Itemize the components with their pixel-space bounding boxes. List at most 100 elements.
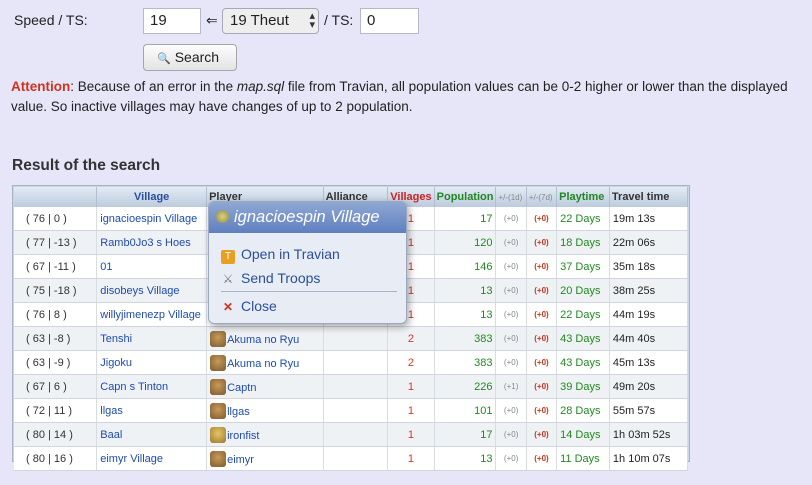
player-name[interactable]: Akuma no Ryu (227, 334, 299, 346)
delta-7d-value: (+0) (526, 230, 558, 255)
village-name-link[interactable]: llgas (96, 398, 208, 423)
header-playtime[interactable]: Playtime (556, 187, 610, 207)
header-delta-1d[interactable]: +/-(1d) (495, 187, 527, 207)
village-name-link[interactable]: eimyr Village (96, 446, 208, 471)
travel-time-value: 19m 13s (609, 207, 689, 231)
search-icon: 🔍 (157, 53, 171, 65)
playtime-value: 43 Days (556, 350, 610, 375)
open-in-travian-item[interactable]: T Open in Travian (221, 246, 340, 264)
travel-time-value: 49m 20s (609, 374, 689, 399)
travel-time-value: 38m 25s (609, 278, 689, 303)
village-name-link[interactable]: Ramb0Jo3 s Hoes (96, 230, 208, 255)
header-village[interactable]: Village (96, 187, 208, 207)
delta-7d-value: (+0) (526, 302, 558, 327)
village-name-link[interactable]: Jigoku (96, 350, 208, 375)
ts-input[interactable]: 0 (360, 8, 419, 34)
delta-1d-value: (+0) (495, 446, 527, 471)
player-name[interactable]: ironfist (227, 430, 259, 442)
player-name-link[interactable]: ironfist (206, 422, 324, 447)
population-value: 383 (434, 350, 497, 375)
delta-7d-value: (+0) (526, 350, 558, 375)
result-title: Result of the search (12, 157, 161, 174)
delta-1d-value: (+0) (495, 302, 527, 327)
tribe-icon (210, 426, 227, 443)
updown-chevron-icon: ▴ ▾ (309, 10, 315, 31)
village-name-link[interactable]: willyjimenezp Village (96, 302, 208, 327)
ts-label: / TS: (324, 12, 354, 28)
player-name-link[interactable]: eimyr (206, 446, 324, 471)
send-troops-item[interactable]: ⚔ Send Troops (221, 270, 321, 286)
speed-input[interactable]: 19 (143, 8, 201, 34)
travel-time-value: 1h 10m 07s (609, 446, 689, 471)
coord-cell: ( 80 | 16 ) (14, 446, 98, 471)
village-name-link[interactable]: Capn s Tinton (96, 374, 208, 399)
village-name-link[interactable]: ignacioespin Village (96, 207, 208, 231)
table-row[interactable]: ( 63 | -8 ) Tenshi Akuma no Ryu 2 383 (+0) (+0… (14, 326, 689, 351)
population-value: 101 (434, 398, 497, 423)
population-value: 13 (434, 446, 497, 471)
close-item[interactable]: ✕ Close (221, 298, 277, 314)
alliance-cell (323, 422, 389, 447)
header-population[interactable]: Population (434, 187, 497, 207)
playtime-value: 39 Days (556, 374, 610, 399)
header-travel-time[interactable]: Travel time (609, 187, 689, 207)
coord-cell: ( 67 | 6 ) (14, 374, 98, 399)
table-row[interactable]: ( 63 | -9 ) Jigoku Akuma no Ryu 2 383 (+0) (+0… (14, 350, 689, 375)
playtime-value: 14 Days (556, 422, 610, 447)
player-name-link[interactable]: Akuma no Ryu (206, 326, 324, 351)
delta-7d-value: (+0) (526, 446, 558, 471)
sword-icon: ⚔ (222, 272, 234, 286)
open-in-travian-label: Open in Travian (241, 246, 340, 262)
player-name[interactable]: Akuma no Ryu (227, 358, 299, 370)
table-row[interactable]: ( 80 | 14 ) Baal ironfist 1 17 (+0) (+0) 14 Day… (14, 422, 689, 447)
village-popup: ignacioespin Village T Open in Travian ⚔ S… (208, 201, 407, 324)
delta-1d-value: (+0) (495, 350, 527, 375)
tribe-icon (210, 378, 227, 395)
popup-title: ignacioespin Village (234, 208, 380, 226)
villages-count: 1 (387, 398, 435, 423)
village-name-link[interactable]: Baal (96, 422, 208, 447)
player-name-link[interactable]: Captn (206, 374, 324, 399)
player-name[interactable]: eimyr (227, 454, 254, 466)
search-button[interactable]: 🔍 Search (143, 44, 237, 71)
playtime-value: 43 Days (556, 326, 610, 351)
close-icon: ✕ (222, 300, 234, 314)
delta-7d-value: (+0) (526, 398, 558, 423)
server-select-value: 19 Theut (230, 12, 289, 29)
villages-count: 1 (387, 446, 435, 471)
delta-7d-value: (+0) (526, 278, 558, 303)
playtime-value: 28 Days (556, 398, 610, 423)
coord-cell: ( 63 | -9 ) (14, 350, 98, 375)
travel-time-value: 1h 03m 52s (609, 422, 689, 447)
village-name-link[interactable]: 01 (96, 254, 208, 279)
table-row[interactable]: ( 80 | 16 ) eimyr Village eimyr 1 13 (+0) (+0)… (14, 446, 689, 471)
player-name-link[interactable]: Akuma no Ryu (206, 350, 324, 375)
player-name[interactable]: Captn (227, 382, 256, 394)
population-value: 226 (434, 374, 497, 399)
tribe-icon (210, 402, 227, 419)
alliance-cell (323, 350, 389, 375)
close-label: Close (241, 298, 277, 314)
village-name-link[interactable]: Tenshi (96, 326, 208, 351)
table-row[interactable]: ( 72 | 11 ) llgas llgas 1 101 (+0) (+0) 28 Days… (14, 398, 689, 423)
header-coord (14, 187, 98, 207)
header-delta-7d[interactable]: +/-(7d) (526, 187, 558, 207)
delta-1d-value: (+1) (495, 374, 527, 399)
playtime-value: 18 Days (556, 230, 610, 255)
table-row[interactable]: ( 67 | 6 ) Capn s Tinton Captn 1 226 (+1) (+0)… (14, 374, 689, 399)
delta-7d-value: (+0) (526, 254, 558, 279)
tribe-icon (210, 450, 227, 467)
delta-7d-value: (+0) (526, 374, 558, 399)
village-name-link[interactable]: disobeys Village (96, 278, 208, 303)
player-name[interactable]: llgas (227, 406, 250, 418)
village-icon (216, 210, 229, 223)
travel-time-value: 22m 06s (609, 230, 689, 255)
player-name-link[interactable]: llgas (206, 398, 324, 423)
playtime-value: 20 Days (556, 278, 610, 303)
population-value: 13 (434, 278, 497, 303)
playtime-value: 11 Days (556, 446, 610, 471)
server-select[interactable]: 19 Theut ▴ ▾ (222, 8, 319, 34)
population-value: 146 (434, 254, 497, 279)
delta-1d-value: (+0) (495, 278, 527, 303)
attention-file: map.sql (236, 79, 285, 94)
